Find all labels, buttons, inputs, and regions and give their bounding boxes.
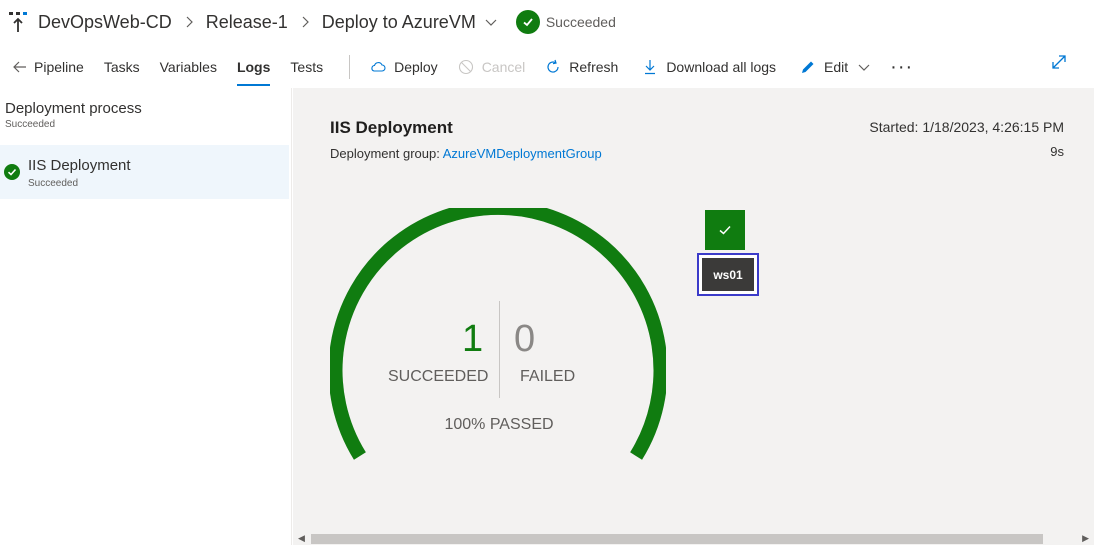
job-duration: 9s	[1050, 144, 1064, 159]
breadcrumb-pipeline[interactable]: DevOpsWeb-CD	[38, 12, 172, 33]
cloud-icon	[371, 62, 386, 72]
succeeded-count: 1	[462, 318, 484, 360]
more-actions-button[interactable]: ···	[890, 56, 913, 79]
machine-ws01[interactable]: ws01	[697, 253, 759, 296]
toolbar-divider	[349, 55, 351, 79]
chevron-right-icon	[186, 16, 193, 28]
deployment-group-line: Deployment group: AzureVMDeploymentGroup	[330, 146, 602, 161]
job-detail-panel: IIS Deployment Deployment group: AzureVM…	[293, 88, 1094, 545]
succeeded-label: SUCCEEDED	[388, 368, 489, 385]
deployment-process-status: Succeeded	[5, 119, 56, 130]
refresh-label: Refresh	[569, 59, 619, 75]
pipeline-icon	[9, 12, 27, 32]
sidebar-item-status: Succeeded	[28, 178, 79, 189]
header: DevOpsWeb-CD Release-1 Deploy to AzureVM…	[0, 0, 1094, 88]
deploy-button[interactable]: Deploy	[370, 46, 438, 88]
job-started-time: Started: 1/18/2023, 4:26:15 PM	[869, 119, 1064, 135]
tab-pipeline-label: Pipeline	[34, 59, 84, 75]
cancel-label: Cancel	[481, 59, 526, 75]
machine-status-tile[interactable]	[705, 210, 745, 250]
cancel-icon	[458, 59, 473, 75]
failed-label: FAILED	[520, 368, 576, 385]
expand-icon[interactable]	[1050, 53, 1068, 71]
sidebar-item-iis-deployment[interactable]: IIS Deployment Succeeded	[0, 145, 289, 199]
download-all-logs-button[interactable]: Download all logs	[642, 46, 776, 88]
deployment-sidebar: Deployment process Succeeded IIS Deploym…	[0, 88, 292, 545]
tab-logs[interactable]: Logs	[236, 46, 271, 88]
check-icon	[515, 10, 540, 34]
tab-tasks[interactable]: Tasks	[104, 46, 140, 88]
tab-tasks-label: Tasks	[103, 59, 140, 75]
download-label: Download all logs	[666, 59, 777, 75]
breadcrumb-stage[interactable]: Deploy to AzureVM	[322, 12, 476, 33]
cancel-button[interactable]: Cancel	[458, 46, 526, 88]
breadcrumb: DevOpsWeb-CD Release-1 Deploy to AzureVM…	[8, 8, 616, 36]
toolbar: Pipeline Tasks Variables Logs Tests Depl…	[0, 46, 1094, 88]
tab-variables-label: Variables	[159, 59, 217, 75]
check-icon	[4, 164, 20, 180]
arrow-left-icon	[13, 61, 26, 73]
deployment-process-header[interactable]: Deployment process Succeeded	[5, 100, 142, 130]
scroll-right-icon[interactable]: ▶	[1082, 533, 1089, 544]
tab-tests[interactable]: Tests	[290, 46, 323, 88]
chevron-down-icon	[858, 64, 870, 71]
scroll-left-icon[interactable]: ◀	[298, 533, 305, 544]
tab-logs-label: Logs	[236, 59, 271, 75]
tab-variables[interactable]: Variables	[160, 46, 217, 88]
breadcrumb-release[interactable]: Release-1	[206, 12, 288, 33]
scrollbar-thumb[interactable]	[311, 534, 1043, 544]
chevron-down-icon[interactable]	[484, 15, 498, 29]
horizontal-scrollbar[interactable]: ◀ ▶	[293, 531, 1094, 545]
edit-label: Edit	[824, 59, 849, 75]
pencil-icon	[802, 61, 814, 73]
check-icon	[719, 225, 731, 235]
refresh-button[interactable]: Refresh	[545, 46, 618, 88]
deployment-process-title: Deployment process	[5, 100, 142, 117]
deployment-group-link[interactable]: AzureVMDeploymentGroup	[443, 146, 602, 161]
stage-status-badge: Succeeded	[515, 10, 616, 34]
chevron-right-icon	[302, 16, 309, 28]
tab-tests-label: Tests	[290, 59, 324, 75]
deployment-group-label: Deployment group:	[330, 146, 440, 161]
sidebar-item-title: IIS Deployment	[28, 157, 131, 174]
deploy-label: Deploy	[394, 59, 438, 75]
stage-status-text: Succeeded	[545, 14, 616, 30]
download-icon	[645, 60, 656, 75]
summary-divider	[499, 301, 500, 398]
tab-pipeline[interactable]: Pipeline	[12, 46, 84, 88]
pass-rate-text: 100% PASSED	[444, 416, 554, 433]
refresh-icon	[547, 59, 559, 73]
failed-count: 0	[514, 318, 536, 360]
job-title: IIS Deployment	[330, 118, 453, 137]
edit-button[interactable]: Edit	[800, 46, 872, 88]
machine-name: ws01	[702, 258, 754, 291]
